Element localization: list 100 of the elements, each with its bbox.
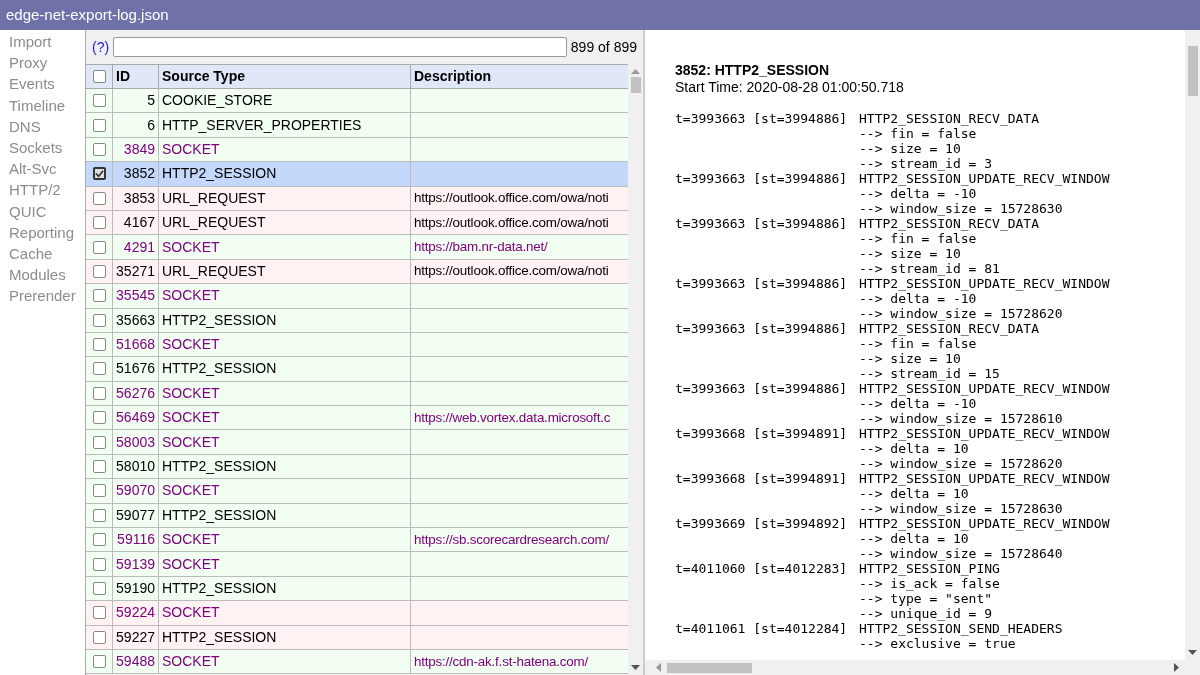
scroll-down-icon[interactable] [631,665,640,671]
table-row[interactable]: 35545 SOCKET [86,284,629,309]
checkbox[interactable] [92,411,106,425]
checkbox[interactable] [92,118,106,132]
table-row[interactable]: 51668 SOCKET [86,332,629,358]
table-cell-text: https://outlook.office.com/owa/noti [414,189,609,208]
table-row[interactable]: 58010 HTTP2_SESSION [86,454,629,480]
log-param: --> delta = -10 [859,396,977,411]
log-timestamp: t=3993669 [st=3994892] [675,516,848,531]
table-row[interactable]: 6 HTTP_SERVER_PROPERTIES [86,113,629,138]
checkbox[interactable] [92,142,106,156]
column-header[interactable]: Description [411,64,629,89]
table-cell: HTTP_SERVER_PROPERTIES [159,113,411,138]
log-event: HTTP2_SESSION_PING [859,561,1000,576]
log-param: --> size = 10 [859,141,961,156]
checkbox[interactable] [92,167,106,181]
checkbox[interactable] [92,386,106,400]
log-event: HTTP2_SESSION_RECV_DATA [859,321,1039,336]
table-cell: 59227 [113,625,159,650]
filter-field[interactable] [113,37,567,57]
table-cell: 59224 [113,601,159,626]
log-timestamp: t=3993663 [st=3994886] [675,276,848,291]
log-param: --> delta = 10 [859,441,969,456]
log-event: HTTP2_SESSION_RECV_DATA [859,111,1039,126]
checkbox[interactable] [92,533,106,547]
table-row[interactable]: 59077 HTTP2_SESSION [86,503,629,529]
scroll-thumb[interactable] [630,77,641,93]
checkbox[interactable] [92,264,106,278]
scrollbar[interactable] [1185,30,1200,660]
checkbox[interactable] [92,582,106,595]
table-cell: SOCKET [159,284,411,309]
table-row[interactable]: 59224 SOCKET [86,601,629,626]
log-event: HTTP2_SESSION_UPDATE_RECV_WINDOW [859,426,1110,441]
table-row[interactable]: 3853 URL_REQUEST https://outlook.office.com/owa/noti [86,186,629,211]
table-row[interactable]: 3852 HTTP2_SESSION [86,162,629,187]
checkbox[interactable] [92,630,106,644]
checkbox[interactable] [92,484,106,498]
scroll-thumb[interactable] [667,662,752,673]
table-row[interactable]: 3849 SOCKET [86,137,629,163]
scroll-left-icon[interactable] [655,663,661,672]
table-cell-text: https://web.vortex.data.microsoft.c [414,408,611,427]
table-row[interactable]: 51676 HTTP2_SESSION [86,357,629,382]
log-param: --> is_ack = false [859,576,1000,591]
table-row[interactable]: 56469 SOCKET https://web.vortex.data.microsoft.c [86,406,629,431]
table-row[interactable]: 5 COOKIE_STORE [86,89,629,114]
checkbox[interactable] [92,338,106,352]
log-param: --> delta = 10 [859,531,969,546]
table-row[interactable]: 59139 SOCKET [86,552,629,577]
table-cell: 51676 [113,357,159,382]
checkbox[interactable] [92,191,106,205]
checkbox[interactable] [92,289,106,303]
checkbox[interactable] [92,460,106,474]
checkbox[interactable] [92,557,106,571]
table-cell: 59488 [113,650,159,675]
table-cell: URL_REQUEST [159,186,411,211]
scroll-down-icon[interactable] [1188,650,1197,656]
checkbox[interactable] [92,216,106,230]
checkbox[interactable] [92,508,106,522]
log-event: HTTP2_SESSION_RECV_DATA [859,216,1039,231]
help-link[interactable]: (?) [92,36,110,58]
checkbox[interactable] [92,240,106,254]
log-param: --> fin = false [859,336,977,351]
table-row[interactable]: 4167 URL_REQUEST https://outlook.office.com/owa/noti [86,210,629,236]
table-cell: SOCKET [159,235,411,260]
table-row[interactable]: 4291 SOCKET https://bam.nr-data.net/ [86,235,629,260]
table-row[interactable]: 59116 SOCKET https://sb.scorecardresearch.com/ [86,528,629,553]
log-timestamp: t=3993663 [st=3994886] [675,216,848,231]
scroll-right-icon[interactable] [1174,663,1180,672]
table-row[interactable]: 59190 HTTP2_SESSION [86,576,629,602]
table-row[interactable]: 59070 SOCKET [86,479,629,504]
horizontal-scrollbar[interactable] [645,660,1200,675]
checkbox[interactable] [92,362,106,376]
table-cell: SOCKET [159,430,411,455]
table-cell: HTTP2_SESSION [159,162,411,187]
table-cell-text: https://bam.nr-data.net/ [414,238,548,256]
checkbox[interactable] [92,435,106,449]
checkbox[interactable] [92,313,106,327]
table-row[interactable]: 35663 HTTP2_SESSION [86,308,629,333]
log-event: HTTP2_SESSION_UPDATE_RECV_WINDOW [859,171,1110,186]
checkbox[interactable] [92,94,106,108]
table-cell: SOCKET [159,552,411,577]
log-param: --> window_size = 15728620 [859,306,1063,321]
scroll-up-icon[interactable] [631,68,640,74]
column-header[interactable]: Source Type [159,64,411,89]
table-cell-text: https://outlook.office.com/owa/noti [414,213,609,232]
table-row[interactable]: 56276 SOCKET [86,381,629,407]
table-row[interactable]: 58003 SOCKET [86,430,629,455]
table-row[interactable]: 59227 HTTP2_SESSION [86,625,629,650]
log-timestamp: t=3993663 [st=3994886] [675,321,848,336]
checkbox[interactable] [92,655,106,669]
checkbox[interactable] [92,606,106,620]
table-cell: 58003 [113,430,159,455]
table-row[interactable]: 59488 SOCKET https://cdn-ak.f.st-hatena.com/ [86,650,629,675]
table-row[interactable]: 35271 URL_REQUEST https://outlook.office.com/owa/noti [86,259,629,285]
log-param: --> window_size = 15728640 [859,546,1063,561]
table-cell-text: https://sb.scorecardresearch.com/ [414,530,610,549]
log-param: --> stream_id = 15 [859,366,1000,381]
scroll-thumb[interactable] [1187,46,1198,96]
checkbox[interactable] [92,70,106,83]
table-cell: 35663 [113,308,159,333]
